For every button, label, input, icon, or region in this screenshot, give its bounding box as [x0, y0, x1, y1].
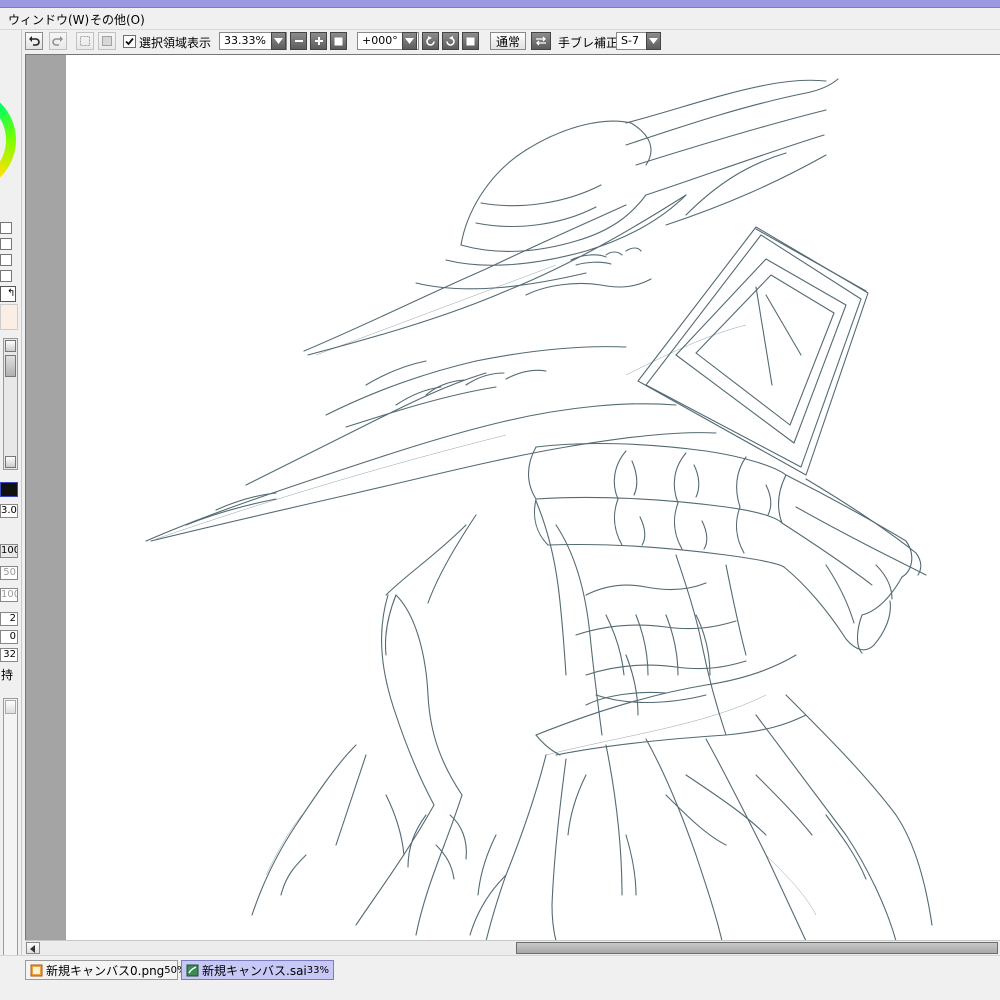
zoom-reset-button[interactable] — [330, 32, 347, 50]
chevron-down-icon — [274, 38, 283, 44]
horizontal-scrollbar[interactable] — [25, 940, 1000, 955]
reset-square-icon — [466, 37, 475, 45]
undo-button[interactable] — [25, 32, 43, 50]
scroll-thumb[interactable] — [5, 355, 16, 377]
color-mode-toggle[interactable] — [0, 238, 12, 250]
rotation-dropdown-button[interactable] — [402, 32, 417, 50]
title-strip — [0, 0, 1000, 8]
blending-field[interactable]: 100 — [0, 588, 18, 602]
menu-window[interactable]: ウィンドウ(W) — [8, 11, 89, 28]
min-size-field[interactable]: 100 — [0, 544, 18, 558]
zoom-out-button[interactable] — [290, 32, 307, 50]
scroll-up-arrow[interactable] — [5, 340, 16, 352]
rotate-right-icon — [446, 35, 455, 46]
spacing-field[interactable]: 2 — [0, 612, 18, 626]
color-wheel[interactable] — [0, 88, 16, 192]
stabilizer-label: 手ブレ補正 — [558, 36, 619, 50]
brush-size-field[interactable]: 3.0 — [0, 504, 18, 518]
canvas-viewport[interactable] — [25, 54, 1000, 940]
blend-mode-button[interactable]: 通常 — [490, 32, 526, 50]
tab-filename: 新規キャンバス0.png — [46, 963, 165, 978]
minus-icon — [294, 40, 303, 42]
flip-icon — [536, 36, 546, 46]
document-tab-sai[interactable]: 新規キャンバス.sai 33% — [181, 960, 334, 980]
menu-other[interactable]: その他(O) — [90, 11, 145, 28]
rotate-left-button[interactable] — [422, 32, 439, 50]
color-mode-toggle[interactable] — [0, 254, 12, 266]
zoom-dropdown-button[interactable] — [271, 32, 286, 50]
rotation-reset-button[interactable] — [462, 32, 479, 50]
invert-selection-button[interactable] — [98, 32, 116, 50]
redo-button[interactable] — [49, 32, 67, 50]
checkmark-icon — [125, 37, 134, 46]
tool-list-scrollbar[interactable] — [3, 338, 18, 470]
tool-panel: ↰ 3.0 100 50 100 2 0 32 持 — [0, 30, 22, 970]
paint-tool-sai-window: ウィンドウ(W) その他(O) 選択領域表示 33.33% +000° 通常 手… — [0, 0, 1000, 1000]
rotate-right-button[interactable] — [442, 32, 459, 50]
scroll-down-arrow[interactable] — [5, 456, 16, 468]
png-file-icon — [30, 964, 43, 976]
deselect-button[interactable] — [76, 32, 94, 50]
color-mode-toggle[interactable] — [0, 222, 12, 234]
flip-horizontal-button[interactable] — [531, 32, 551, 50]
selection-display-label: 選択領域表示 — [139, 36, 212, 50]
reset-square-icon — [334, 37, 343, 45]
canvas-toolbar: 選択領域表示 33.33% +000° 通常 手ブレ補正 S-7 — [22, 30, 1000, 52]
rotate-left-icon — [426, 35, 435, 46]
invert-selection-icon — [102, 36, 112, 46]
tab-zoom: 33% — [306, 964, 329, 976]
sai-file-icon — [186, 964, 199, 976]
tab-filename: 新規キャンバス.sai — [202, 963, 307, 978]
swap-colors-icon[interactable]: ↰ — [7, 288, 15, 299]
blur-field[interactable]: 0 — [0, 630, 18, 644]
color-mode-toggle[interactable] — [0, 270, 12, 282]
brush-color-swatch[interactable] — [0, 482, 18, 497]
drawing-canvas[interactable] — [66, 55, 1000, 940]
scroll-up-arrow[interactable] — [5, 700, 16, 714]
plus-icon — [314, 37, 323, 45]
keep-opacity-label: 持 — [1, 668, 14, 682]
deselect-icon — [80, 36, 90, 46]
scroll-thumb[interactable] — [516, 942, 998, 954]
zoom-in-button[interactable] — [310, 32, 327, 50]
persistence-field[interactable]: 32 — [0, 648, 18, 662]
chevron-down-icon — [649, 38, 658, 44]
secondary-color-swatch[interactable] — [0, 304, 18, 330]
chevron-left-icon — [30, 945, 35, 953]
density-field[interactable]: 50 — [0, 566, 18, 580]
selection-display-checkbox[interactable] — [123, 35, 136, 48]
menu-bar: ウィンドウ(W) その他(O) — [0, 8, 1000, 30]
chevron-down-icon — [405, 38, 414, 44]
sketch-artwork — [145, 78, 933, 940]
document-tab-bar: 新規キャンバス0.png 50% 新規キャンバス.sai 33% — [0, 955, 1000, 1000]
stabilizer-dropdown-button[interactable] — [646, 32, 661, 50]
document-tab-png[interactable]: 新規キャンバス0.png 50% — [25, 960, 187, 980]
panel-scrollbar[interactable] — [3, 698, 18, 970]
scroll-left-button[interactable] — [26, 942, 40, 954]
redo-icon — [52, 36, 63, 46]
undo-icon — [29, 36, 40, 46]
